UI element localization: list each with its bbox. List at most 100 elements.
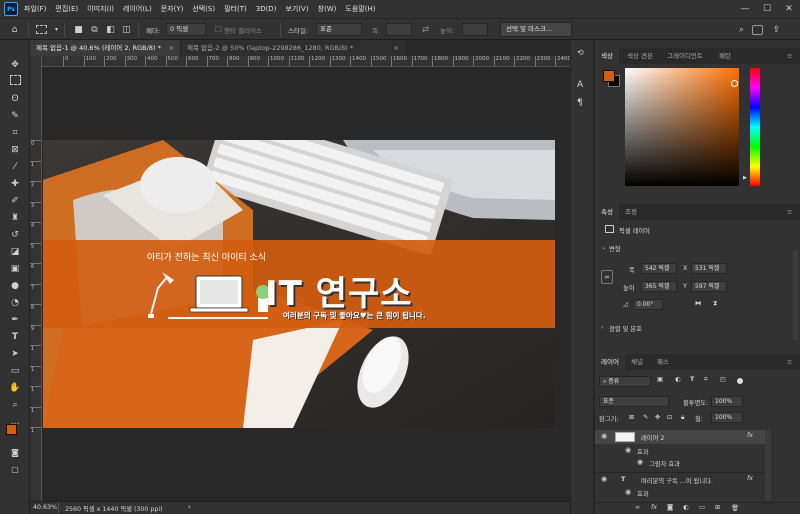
tab-channels[interactable]: 채널 [625,354,649,370]
lock-position-icon[interactable]: ✥ [655,414,660,421]
filter-smart-object-icon[interactable]: ◰ [720,376,726,383]
hue-slider[interactable] [750,68,760,186]
visibility-eye-icon[interactable]: ◉ [625,488,634,497]
close-tab-icon[interactable]: × [394,40,399,56]
layer-name[interactable]: 여러분의 구독 ...이 됩니다. [641,476,713,485]
menu-help[interactable]: 도움말(H) [345,4,375,14]
tab-swatches[interactable]: 색상 견본 [621,48,659,64]
marquee-tool-icon[interactable] [10,75,21,85]
close-icon[interactable]: ✕ [778,0,800,18]
horizontal-ruler[interactable]: 0 100 200 300 400 500 600 700 800 900 1000 1100 1200… [42,56,570,67]
tab-color[interactable]: 색상 [595,48,619,64]
workspace-icon[interactable] [752,25,763,35]
chevron-down-icon[interactable]: ⌄ [601,244,606,251]
brush-tool-icon[interactable]: ✐ [8,194,22,208]
flip-vertical-icon[interactable]: ⧗ [713,300,717,308]
close-tab-icon[interactable]: × [169,40,174,56]
x-field[interactable]: 531 픽셀 [691,263,727,274]
transform-section-title[interactable]: 변형 [609,244,621,253]
eraser-tool-icon[interactable]: ◪ [8,245,22,259]
frame-tool-icon[interactable]: ⊠ [8,143,22,157]
menu-edit[interactable]: 편집(E) [55,4,78,14]
chevron-down-icon[interactable]: ▾ [50,23,63,36]
eyedropper-tool-icon[interactable]: ⁄ [8,160,22,174]
new-layer-icon[interactable]: ⊞ [715,504,720,511]
rectangle-tool-icon[interactable]: ▭ [8,364,22,378]
menu-file[interactable]: 파일(F) [24,4,46,14]
layer-row[interactable]: ◉ T 여러분의 구독 ...이 됩니다. fx [595,472,765,486]
adjustment-layer-icon[interactable]: ◐ [683,504,689,511]
menu-type[interactable]: 문자(Y) [161,4,184,14]
feather-input[interactable]: 0 픽셀 [166,23,206,36]
type-tool-icon[interactable]: T [8,330,22,344]
filter-pixel-icon[interactable]: ▣ [657,376,663,383]
healing-brush-tool-icon[interactable]: ✚ [8,177,22,191]
align-section-title[interactable]: 정렬 및 분포 [609,324,642,333]
paragraph-panel-icon[interactable]: ¶ [577,98,583,108]
document-canvas[interactable]: 아티가 전하는 최신 아이티 소식 IT 연구소 여러분의 구독 및 좋아요♥는… [43,140,555,428]
lock-artboard-icon[interactable]: ⊡ [667,414,672,421]
lock-all-icon[interactable]: 🔒︎ [681,414,684,422]
history-panel-icon[interactable]: ⟲ [577,48,584,57]
hue-slider-handle-icon[interactable]: ▶ [743,175,747,181]
layer-filter-select[interactable]: ⌕ 종류 [599,376,651,387]
properties-scrollbar[interactable] [793,250,798,340]
flip-horizontal-icon[interactable]: ⧓ [695,300,701,307]
clone-stamp-tool-icon[interactable]: ♜ [8,211,22,225]
height-field[interactable]: 365 픽셀 [641,281,677,292]
filter-toggle-icon[interactable] [737,378,743,384]
tab-paths[interactable]: 패스 [651,354,675,370]
menu-layer[interactable]: 레이어(L) [123,4,152,14]
history-brush-tool-icon[interactable]: ↺ [8,228,22,242]
tab-adjustments[interactable]: 조정 [619,204,643,220]
visibility-eye-icon[interactable]: ◉ [625,446,634,455]
layer-name[interactable]: 레이어 2 [641,433,664,442]
foreground-color-swatch[interactable] [6,424,17,435]
select-and-mask-button[interactable]: 선택 및 마스크... [500,22,572,37]
search-icon[interactable]: ⌕ [735,23,748,36]
menu-window[interactable]: 창(W) [318,4,337,14]
visibility-eye-icon[interactable]: ◉ [637,458,646,467]
menu-image[interactable]: 이미지(I) [87,4,114,14]
opacity-field[interactable]: 100% [711,396,743,407]
foreground-color-chip[interactable] [603,70,615,82]
menu-select[interactable]: 선택(S) [192,4,215,14]
dodge-tool-icon[interactable]: ◔ [8,296,22,310]
link-layers-icon[interactable]: ∞ [635,504,640,511]
path-select-tool-icon[interactable]: ➤ [8,347,22,361]
chevron-right-icon[interactable]: › [601,324,604,331]
blend-mode-select[interactable]: 표준 [599,396,669,407]
gradient-tool-icon[interactable]: ▣ [8,262,22,276]
fill-field[interactable]: 100% [711,412,743,423]
vertical-ruler[interactable]: 0 1 2 3 4 5 6 7 8 9 1 1 1 1 1 [30,56,42,501]
add-mask-icon[interactable]: ◙ [667,504,673,511]
panel-menu-icon[interactable]: ≡ [781,354,798,370]
move-tool-icon[interactable]: ✥ [8,58,22,72]
tab-gradients[interactable]: 그레이디언트 [661,48,709,64]
share-icon[interactable]: ⇪ [770,23,783,36]
layer-row[interactable]: ◉ 레이어 2 fx [595,430,765,444]
menu-view[interactable]: 보기(V) [285,4,308,14]
subtract-selection-icon[interactable]: ◧ [104,23,117,36]
tab-document-2[interactable]: 제목 없음-2 @ 50% (laptop-2298286_1280, RGB/… [180,40,405,56]
marquee-preset-icon[interactable] [36,25,47,34]
panel-menu-icon[interactable]: ≡ [781,48,798,64]
add-selection-icon[interactable]: ⧉ [88,23,101,36]
lock-image-icon[interactable]: ✎ [643,414,648,421]
blur-tool-icon[interactable]: ● [8,279,22,293]
color-picker-cursor[interactable] [731,80,738,87]
new-group-icon[interactable]: ▭ [699,504,705,511]
chevron-right-icon[interactable]: › [188,503,191,511]
lock-transparent-icon[interactable]: ⊠ [629,414,634,421]
new-selection-icon[interactable]: ■ [72,23,85,36]
visibility-eye-icon[interactable]: ◉ [601,432,610,441]
filter-adjustment-icon[interactable]: ◐ [675,376,681,383]
filter-shape-icon[interactable]: ⌗ [704,376,708,384]
style-select[interactable]: 표준 [316,23,362,36]
minimize-icon[interactable]: — [734,0,756,18]
fx-badge[interactable]: fx [747,475,753,482]
lasso-tool-icon[interactable]: ʘ [8,92,22,106]
hand-tool-icon[interactable]: ✋ [8,381,22,395]
home-icon[interactable]: ⌂ [8,23,21,36]
fx-badge[interactable]: fx [747,432,753,439]
